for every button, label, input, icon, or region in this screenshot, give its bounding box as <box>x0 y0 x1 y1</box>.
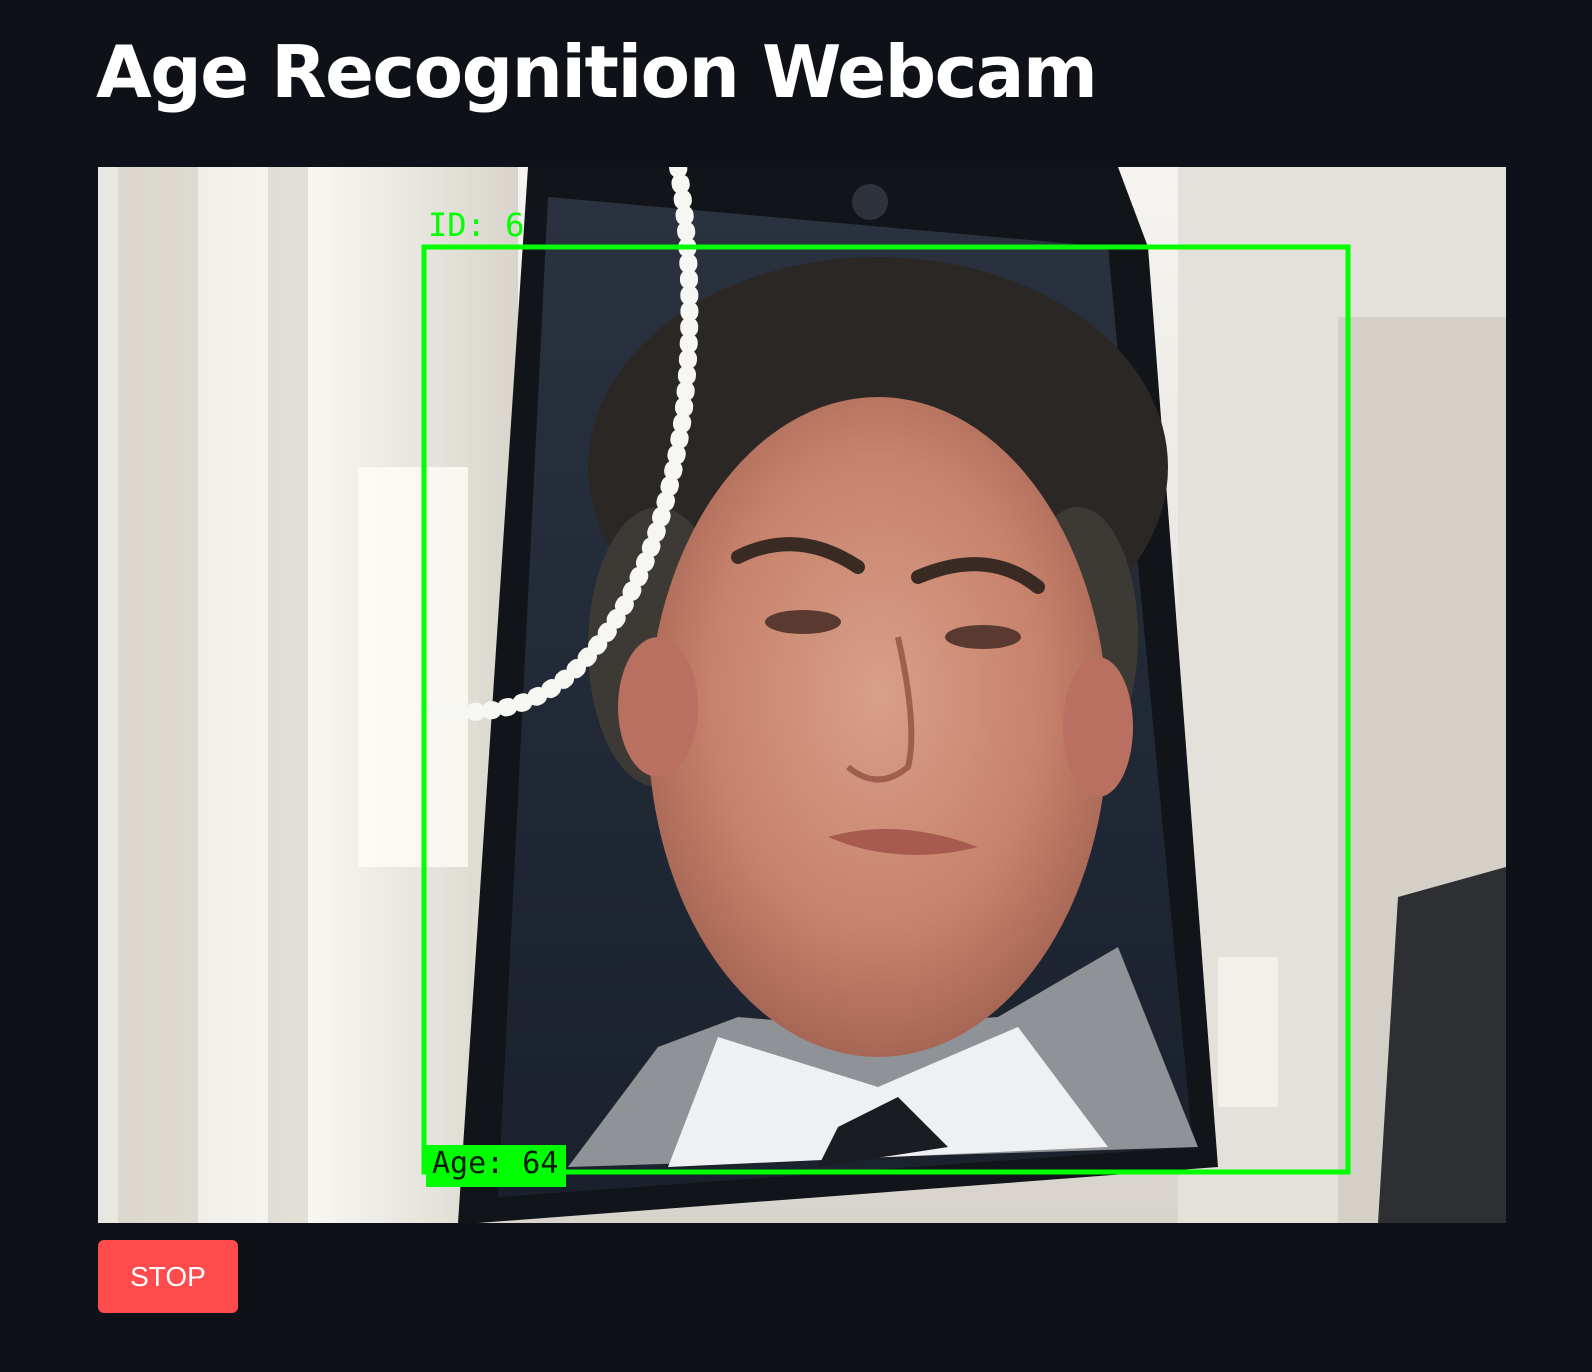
age-prediction-label: Age: 64 <box>426 1145 567 1187</box>
face-id-label: ID: 6 <box>428 206 525 244</box>
webcam-video-feed: ID: 6 Age: 64 <box>98 167 1506 1223</box>
webcam-frame-illustration <box>98 167 1506 1223</box>
app-page: Age Recognition Webcam ID: 6 Age: 64 STO… <box>0 0 1592 1372</box>
page-title: Age Recognition Webcam <box>96 30 1098 114</box>
stop-button[interactable]: STOP <box>98 1240 238 1313</box>
